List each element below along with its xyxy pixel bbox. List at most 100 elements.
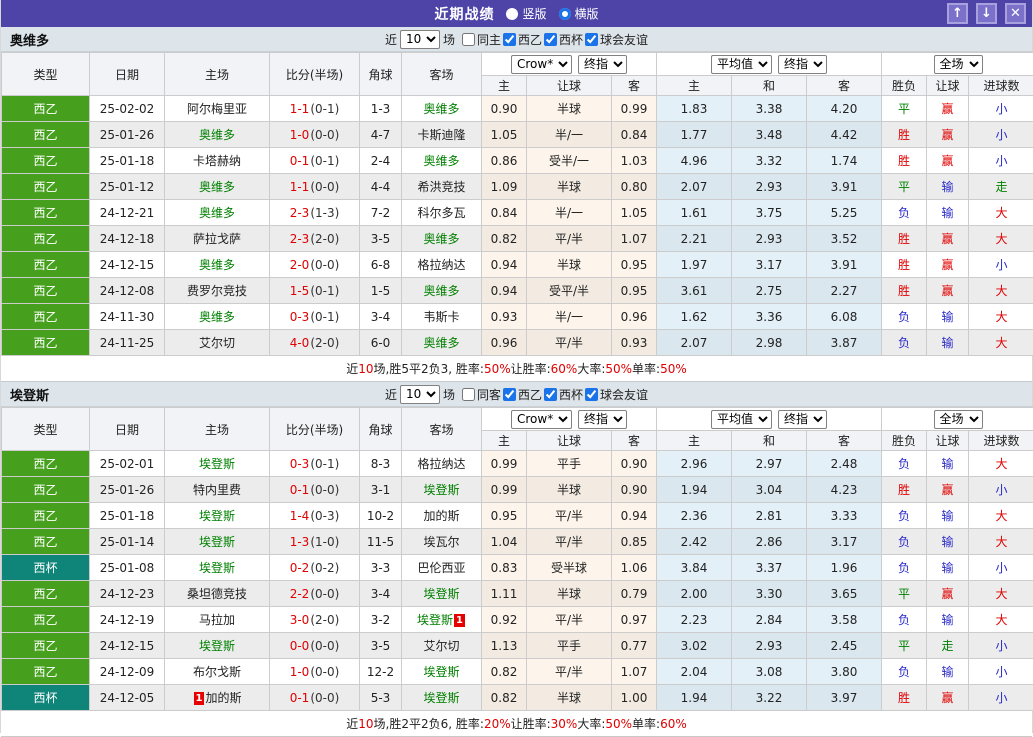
- matches-label: 场: [443, 31, 455, 48]
- away-team-cell: 卡斯迪隆: [402, 122, 482, 148]
- league3-checkbox[interactable]: 球会友谊: [585, 31, 648, 48]
- vertical-layout-radio[interactable]: 竖版: [506, 5, 546, 22]
- col-score: 比分(半场): [270, 53, 360, 96]
- checkbox-input[interactable]: [585, 388, 598, 401]
- filter-controls: 近 10 场 同主 西乙 西杯 球会友谊: [385, 30, 648, 49]
- match-count-select[interactable]: 10: [400, 385, 440, 404]
- fulltime-score: 1-5: [290, 284, 310, 298]
- team-label: 加的斯: [423, 509, 459, 523]
- handicap-result-cell: 输: [927, 555, 969, 581]
- horizontal-layout-radio[interactable]: 横版: [559, 5, 599, 22]
- avg-home-cell: 3.61: [657, 278, 732, 304]
- vertical-layout-label: 竖版: [522, 5, 546, 22]
- summary-segment: 50%: [484, 362, 511, 376]
- move-down-button[interactable]: ↓: [976, 3, 997, 24]
- halftime-score: (0-0): [310, 128, 339, 142]
- date-cell: 25-01-12: [90, 174, 165, 200]
- close-icon: ✕: [1010, 7, 1021, 20]
- team-label: 奥维多: [199, 258, 235, 272]
- matches-label: 场: [443, 386, 455, 403]
- league1-checkbox[interactable]: 西乙: [503, 386, 542, 403]
- away-odds-cell: 0.90: [612, 451, 657, 477]
- date-cell: 24-12-08: [90, 278, 165, 304]
- bookmaker-select[interactable]: Crow*: [511, 55, 572, 74]
- league-cell: 西乙: [2, 252, 90, 278]
- home-team-cell: 阿尔梅里亚: [165, 96, 270, 122]
- handicap-cell: 半/一: [527, 200, 612, 226]
- team-filter-bar: 奥维多 近 10 场 同主 西乙 西杯 球会友谊: [1, 27, 1032, 52]
- near-label: 近: [385, 31, 397, 48]
- home-odds-cell: 0.99: [482, 477, 527, 503]
- corner-cell: 3-3: [360, 555, 402, 581]
- checkbox-input[interactable]: [544, 33, 557, 46]
- checkbox-input[interactable]: [462, 388, 475, 401]
- scope-select[interactable]: 全场: [934, 55, 983, 74]
- checkbox-input[interactable]: [462, 33, 475, 46]
- average-select[interactable]: 平均值: [711, 410, 772, 429]
- down-arrow-icon: ↓: [981, 7, 992, 20]
- checkbox-input[interactable]: [503, 33, 516, 46]
- summary-segment: 10: [358, 717, 373, 731]
- odds-time-select[interactable]: 终指: [578, 55, 627, 74]
- halftime-score: (0-1): [310, 310, 339, 324]
- home-team-cell: 埃登斯: [165, 529, 270, 555]
- league2-checkbox[interactable]: 西杯: [544, 386, 583, 403]
- col-avg-home: 主: [657, 431, 732, 451]
- same-venue-checkbox[interactable]: 同主: [462, 31, 501, 48]
- goals-result-cell: 大: [969, 200, 1033, 226]
- team-label: 埃登斯: [199, 561, 235, 575]
- winloss-result-cell: 胜: [882, 122, 927, 148]
- away-odds-cell: 1.06: [612, 555, 657, 581]
- goals-result-cell: 小: [969, 555, 1033, 581]
- league1-checkbox[interactable]: 西乙: [503, 31, 542, 48]
- move-up-button[interactable]: ↑: [947, 3, 968, 24]
- bookmaker-select[interactable]: Crow*: [511, 410, 572, 429]
- home-odds-cell: 0.94: [482, 278, 527, 304]
- avg-away-cell: 3.65: [807, 581, 882, 607]
- handicap-result-cell: 赢: [927, 685, 969, 711]
- handicap-cell: 平/半: [527, 503, 612, 529]
- goals-result-cell: 大: [969, 226, 1033, 252]
- score-cell: 1-5(0-1): [270, 278, 360, 304]
- checkbox-input[interactable]: [544, 388, 557, 401]
- team-label: 奥维多: [423, 284, 459, 298]
- away-team-cell: 科尔多瓦: [402, 200, 482, 226]
- col-corner: 角球: [360, 408, 402, 451]
- team-label: 特内里费: [193, 483, 241, 497]
- match-count-select[interactable]: 10: [400, 30, 440, 49]
- team-label: 埃登斯: [423, 691, 459, 705]
- winloss-result-cell: 负: [882, 330, 927, 356]
- goals-result-cell: 小: [969, 633, 1033, 659]
- halftime-score: (0-0): [310, 258, 339, 272]
- avg-away-cell: 1.74: [807, 148, 882, 174]
- col-handicap-result: 让球: [927, 76, 969, 96]
- corner-cell: 3-4: [360, 581, 402, 607]
- average-select[interactable]: 平均值: [711, 55, 772, 74]
- halftime-score: (0-0): [310, 665, 339, 679]
- team-label: 费罗尔竞技: [187, 284, 247, 298]
- checkbox-input[interactable]: [503, 388, 516, 401]
- league-cell: 西乙: [2, 330, 90, 356]
- odds-time-select[interactable]: 终指: [578, 410, 627, 429]
- corner-cell: 6-8: [360, 252, 402, 278]
- avg-draw-cell: 2.81: [732, 503, 807, 529]
- handicap-result-cell: 赢: [927, 148, 969, 174]
- score-cell: 1-1(0-1): [270, 96, 360, 122]
- same-venue-checkbox[interactable]: 同客: [462, 386, 501, 403]
- close-button[interactable]: ✕: [1005, 3, 1026, 24]
- col-goals: 进球数: [969, 76, 1033, 96]
- average-time-select[interactable]: 终指: [778, 410, 827, 429]
- handicap-cell: 平/半: [527, 330, 612, 356]
- league2-checkbox[interactable]: 西杯: [544, 31, 583, 48]
- home-odds-cell: 0.82: [482, 659, 527, 685]
- corner-cell: 8-3: [360, 451, 402, 477]
- team-label: 埃登斯: [199, 639, 235, 653]
- average-time-select[interactable]: 终指: [778, 55, 827, 74]
- league3-checkbox[interactable]: 球会友谊: [585, 386, 648, 403]
- home-odds-cell: 0.96: [482, 330, 527, 356]
- checkbox-input[interactable]: [585, 33, 598, 46]
- avg-home-cell: 3.02: [657, 633, 732, 659]
- scope-select[interactable]: 全场: [934, 410, 983, 429]
- winloss-result-cell: 负: [882, 555, 927, 581]
- corner-cell: 7-2: [360, 200, 402, 226]
